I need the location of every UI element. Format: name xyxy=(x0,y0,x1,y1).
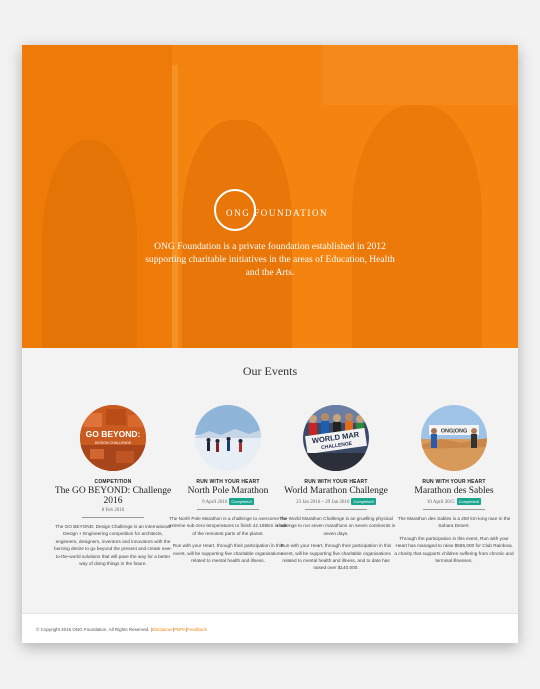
event-date-row: 9 April 2016 Completed! xyxy=(168,498,288,505)
event-image-world-marathon[interactable]: WORLD MAR CHALLENGE xyxy=(303,405,369,471)
divider xyxy=(197,509,259,510)
hero-photo-bg-top xyxy=(322,45,518,105)
event-date: 9 April 2016 xyxy=(202,500,228,505)
completed-badge: Completed! xyxy=(456,498,482,505)
footer-link-disclaimer[interactable]: Disclaimer xyxy=(152,627,173,632)
hero-photo-door-edge xyxy=(172,65,178,348)
event-card[interactable]: GO BEYOND: DESIGN CHALLENGE COMPETITION … xyxy=(53,405,173,567)
event-date-row: 8 Feb 2016 xyxy=(53,508,173,513)
page-card: ONG FOUNDATION ONG Foundation is a priva… xyxy=(22,45,518,643)
event-date: 8 Feb 2016 xyxy=(101,508,125,513)
event-image-subtext: DESIGN CHALLENGE xyxy=(95,441,132,445)
footer-link-feedback[interactable]: Feedback xyxy=(187,627,207,632)
event-image-go-beyond[interactable]: GO BEYOND: DESIGN CHALLENGE xyxy=(80,405,146,471)
event-desc-paragraph: The North Pole Marathon is a challenge t… xyxy=(168,516,288,536)
event-desc-paragraph: Through the participation in this event,… xyxy=(394,535,514,564)
hero-photo-person-left xyxy=(42,140,137,348)
events-heading: Our Events xyxy=(242,364,298,378)
completed-badge: Completed! xyxy=(229,498,254,505)
foundation-logo[interactable]: ONG FOUNDATION xyxy=(214,189,327,231)
completed-badge: Completed! xyxy=(351,498,376,505)
footer-copyright: © Copyright 2016 ONG Foundation. All Rig… xyxy=(36,627,150,632)
event-desc-paragraph: The GO BEYOND: Design Challenge is an in… xyxy=(54,524,172,567)
event-title[interactable]: Marathon des Sables xyxy=(394,486,514,496)
event-category: RUN WITH YOUR HEART xyxy=(422,479,486,485)
event-category: RUN WITH YOUR HEART xyxy=(304,479,368,485)
divider xyxy=(82,517,144,518)
divider xyxy=(423,509,485,510)
event-date-row: 23 Jan 2016 – 29 Jan 2016 Completed! xyxy=(276,498,396,505)
footer: © Copyright 2016 ONG Foundation. All Rig… xyxy=(22,613,518,643)
event-category: RUN WITH YOUR HEART xyxy=(196,479,260,485)
hero-description: ONG Foundation is a private foundation e… xyxy=(145,241,395,278)
event-date-row: 10 April 2015 Completed! xyxy=(394,498,514,505)
event-desc-paragraph: The Marathon des Sables is a 250 km-long… xyxy=(397,516,511,529)
event-image-text: ONG|ONG xyxy=(441,429,468,435)
event-title[interactable]: North Pole Marathon xyxy=(168,486,288,496)
event-card[interactable]: ONG|ONG RUN WITH YOUR HEART Marathon des… xyxy=(394,405,514,564)
event-image-marathon-des-sables[interactable]: ONG|ONG xyxy=(421,405,487,471)
divider xyxy=(305,509,367,510)
footer-link-pdpa[interactable]: PDPA xyxy=(174,627,186,632)
event-card[interactable]: RUN WITH YOUR HEART North Pole Marathon … xyxy=(168,405,288,564)
event-date: 23 Jan 2016 – 29 Jan 2016 xyxy=(296,500,350,505)
event-description: The Marathon des Sables is a 250 km-long… xyxy=(394,515,514,564)
hero-banner: ONG FOUNDATION ONG Foundation is a priva… xyxy=(22,45,518,348)
event-desc-paragraph: The World Marathon Challenge is an gruel… xyxy=(276,516,396,536)
event-title[interactable]: World Marathon Challenge xyxy=(276,486,396,496)
event-description: The North Pole Marathon is a challenge t… xyxy=(168,515,288,564)
event-category: COMPETITION xyxy=(94,479,132,485)
event-description: The GO BEYOND: Design Challenge is an in… xyxy=(53,523,173,567)
event-image-north-pole[interactable] xyxy=(195,405,261,471)
event-desc-paragraph: Run with your Heart, through their parti… xyxy=(172,543,284,564)
event-title[interactable]: The GO BEYOND: Challenge 2016 xyxy=(53,486,173,506)
event-description: The World Marathon Challenge is an gruel… xyxy=(276,515,396,572)
hero-photo-person-right xyxy=(352,105,482,348)
hero-photo-person-center xyxy=(182,120,292,348)
event-desc-paragraph: Run with your Heart, through their parti… xyxy=(280,543,392,571)
event-image-text: GO BEYOND: xyxy=(86,429,141,439)
event-card[interactable]: WORLD MAR CHALLENGE RUN WITH YOUR HEART … xyxy=(276,405,396,572)
event-date: 10 April 2015 xyxy=(426,500,455,505)
logo-text: ONG FOUNDATION xyxy=(226,208,329,218)
